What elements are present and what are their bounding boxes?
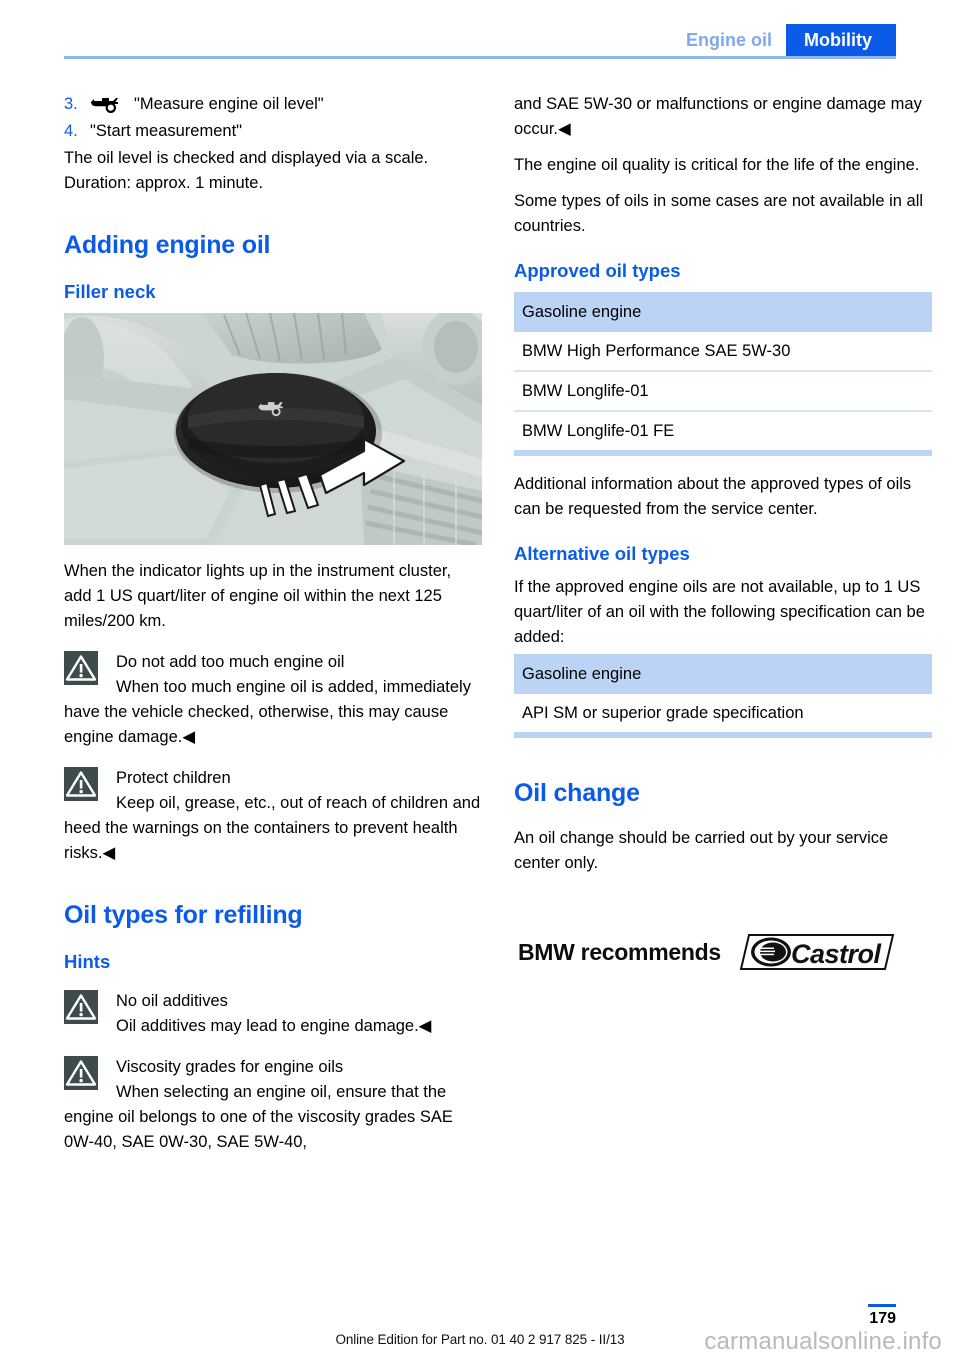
- table-header-row: Gasoline engine: [514, 292, 932, 332]
- bmw-recommends-label: BMW recommends: [518, 938, 721, 965]
- warning-triangle-icon: [64, 990, 98, 1024]
- paragraph-viscosity-continuation: and SAE 5W-30 or malfunctions or engine …: [514, 95, 922, 138]
- warning-block: Protect children Keep oil, grease, etc.,…: [64, 766, 482, 866]
- hint-body: Oil additives may lead to engine damage.…: [116, 1017, 432, 1035]
- heading-filler-neck: Filler neck: [64, 281, 156, 302]
- table-header-row: Gasoline engine: [514, 654, 932, 694]
- step-text: "Measure engine oil level": [134, 95, 324, 113]
- warning-title: Protect children: [116, 769, 231, 787]
- warning-triangle-icon: [64, 651, 98, 685]
- svg-text:Castrol: Castrol: [791, 939, 882, 969]
- left-column: 3. "Measure engine oil level" 4. "Start …: [64, 92, 482, 1159]
- warning-triangle-icon: [64, 1056, 98, 1090]
- table-cell: BMW Longlife-01: [514, 371, 932, 412]
- heading-approved-oil-types: Approved oil types: [514, 260, 681, 281]
- paragraph-oil-change: An oil change should be carried out by y…: [514, 829, 889, 872]
- hint-title: Viscosity grades for engine oils: [116, 1058, 344, 1076]
- hint-block: Viscosity grades for engine oils When se…: [64, 1055, 482, 1155]
- heading-alternative-oil-types: Alternative oil types: [514, 543, 690, 564]
- paragraph-oil-quality: The engine oil quality is critical for t…: [514, 156, 920, 174]
- table-cell: BMW Longlife-01 FE: [514, 411, 932, 456]
- paragraph-duration: Duration: approx. 1 minute.: [64, 174, 264, 192]
- table-alternative-oil-types: Gasoline engine API SM or superior grade…: [514, 654, 932, 738]
- paragraph-indicator: When the indicator lights up in the inst…: [64, 562, 452, 630]
- step-text: "Start measurement": [90, 122, 243, 140]
- header-divider: [64, 56, 896, 59]
- table-header-cell: Gasoline engine: [514, 292, 932, 332]
- step-item: 4. "Start measurement": [64, 119, 482, 144]
- paragraph-alternative: If the approved engine oils are not avai…: [514, 578, 925, 646]
- table-row: BMW Longlife-01: [514, 371, 932, 412]
- castrol-logo: Castrol: [739, 932, 895, 972]
- table-header-cell: Gasoline engine: [514, 654, 932, 694]
- warning-body: When too much engine oil is added, immed…: [64, 678, 471, 746]
- warning-triangle-icon: [64, 767, 98, 801]
- table-cell: API SM or superior grade specification: [514, 694, 932, 738]
- paragraph-additional-info: Additional information about the approve…: [514, 475, 912, 518]
- figure-engine-oil-filler-cap: [64, 313, 482, 545]
- step-item: 3. "Measure engine oil level": [64, 92, 482, 117]
- warning-block: Do not add too much engine oil When too …: [64, 650, 482, 750]
- bmw-recommends-banner: BMW recommends Castrol: [518, 932, 932, 972]
- hint-title: No oil additives: [116, 992, 228, 1010]
- footer-divider: [868, 1304, 896, 1307]
- hint-block: No oil additives Oil additives may lead …: [64, 989, 482, 1039]
- heading-hints: Hints: [64, 951, 111, 972]
- heading-oil-types-for-refilling: Oil types for refilling: [64, 901, 303, 929]
- table-cell: BMW High Performance SAE 5W-30: [514, 332, 932, 372]
- warning-title: Do not add too much engine oil: [116, 653, 345, 671]
- table-row: BMW Longlife-01 FE: [514, 411, 932, 456]
- tab-engine-oil[interactable]: Engine oil: [676, 24, 786, 56]
- paragraph-oil-level-check: The oil level is checked and displayed v…: [64, 149, 429, 167]
- step-number: 3.: [64, 95, 78, 113]
- header-tab-group: Engine oil Mobility: [676, 24, 896, 56]
- page-header: Engine oil Mobility: [0, 0, 960, 60]
- hint-body: When selecting an engine oil, ensure tha…: [64, 1083, 453, 1151]
- heading-oil-change: Oil change: [514, 779, 640, 807]
- step-number: 4.: [64, 122, 78, 140]
- page-number: 179: [869, 1310, 896, 1327]
- heading-adding-engine-oil: Adding engine oil: [64, 231, 271, 259]
- table-row: BMW High Performance SAE 5W-30: [514, 332, 932, 372]
- warning-body: Keep oil, grease, etc., out of reach of …: [64, 794, 481, 862]
- paragraph-availability: Some types of oils in some cases are not…: [514, 192, 924, 235]
- table-row: API SM or superior grade specification: [514, 694, 932, 738]
- table-approved-oil-types: Gasoline engine BMW High Performance SAE…: [514, 292, 932, 456]
- oil-can-icon: [90, 92, 134, 117]
- right-column: and SAE 5W-30 or malfunctions or engine …: [514, 92, 932, 972]
- tab-mobility[interactable]: Mobility: [786, 24, 896, 56]
- watermark: carmanualsonline.info: [704, 1328, 942, 1355]
